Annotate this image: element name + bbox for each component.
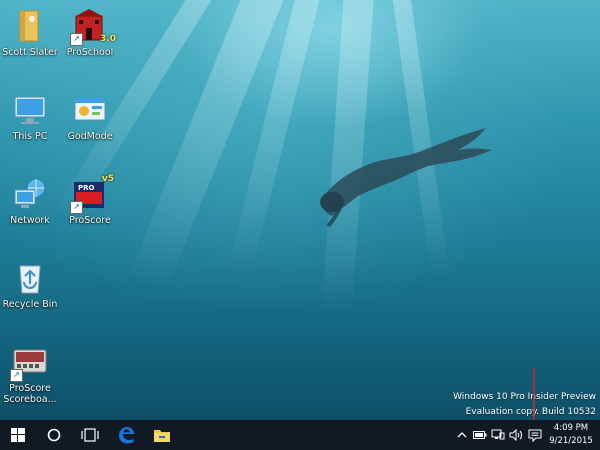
proscore-app-icon: PRO v5 ↗ <box>70 174 114 214</box>
action-center-button[interactable] <box>527 420 543 450</box>
windows-logo-icon <box>11 428 25 442</box>
clock-time: 4:09 PM <box>553 423 589 433</box>
show-hidden-icons-button[interactable] <box>455 420 469 450</box>
desktop-icon-proscore[interactable]: PRO v5 ↗ ProScore <box>55 174 125 226</box>
computer-icon <box>12 92 48 128</box>
desktop-icon-label: ProSchool <box>66 47 114 58</box>
volume-button[interactable] <box>508 420 524 450</box>
folder-icon <box>154 430 170 442</box>
network-icon <box>491 429 505 440</box>
desktop-icon-label: GodMode <box>67 131 113 142</box>
battery-icon <box>473 431 487 439</box>
watermark-line: Windows 10 Pro Insider Preview <box>453 392 596 402</box>
shortcut-arrow-icon: ↗ <box>70 201 83 214</box>
desktop-background: Scott Slater This PC Network Recycle Bin… <box>0 0 600 420</box>
battery-button[interactable] <box>472 420 488 450</box>
task-view-button[interactable] <box>72 420 108 450</box>
volume-icon <box>509 429 522 441</box>
version-badge: 3.0 <box>100 34 116 44</box>
edge-browser-button[interactable] <box>108 420 144 450</box>
network-button[interactable] <box>490 420 506 450</box>
desktop-icon-recycle-bin[interactable]: Recycle Bin <box>0 260 65 310</box>
desktop-icon-label: Recycle Bin <box>2 299 58 310</box>
search-button[interactable] <box>36 420 72 450</box>
desktop-icon-godmode[interactable]: GodMode <box>55 92 125 142</box>
shortcut-arrow-icon: ↗ <box>70 33 83 46</box>
file-explorer-button[interactable] <box>144 420 180 450</box>
shortcut-arrow-icon: ↗ <box>10 369 23 382</box>
start-button[interactable] <box>0 420 36 450</box>
desktop-icon-proschool[interactable]: 3.0 ↗ ProSchool <box>55 8 125 58</box>
chevron-up-icon <box>457 432 467 438</box>
version-badge: v5 <box>101 174 114 184</box>
action-center-icon <box>528 429 542 442</box>
taskbar: 4:09 PM 9/21/2015 <box>0 420 600 450</box>
control-panel-folder-icon <box>72 92 108 128</box>
clock-date: 9/21/2015 <box>549 436 593 446</box>
scoreboard-app-icon: ↗ <box>10 344 48 382</box>
network-icon <box>12 176 48 212</box>
task-view-icon <box>81 428 99 442</box>
label-line: ProScore <box>9 383 51 394</box>
desktop-icon-label: ProScore <box>69 215 111 226</box>
desktop-icon-label: ProScore Scoreboa... <box>0 383 65 405</box>
taskbar-clock[interactable]: 4:09 PM 9/21/2015 <box>545 422 597 448</box>
diver-silhouette <box>320 128 492 228</box>
edge-browser-icon <box>119 427 134 444</box>
cortana-circle-icon <box>47 428 61 442</box>
watermark-line: Evaluation copy. Build 10532 <box>465 407 596 417</box>
label-line: Scoreboa... <box>3 394 57 405</box>
recycle-bin-icon <box>12 260 48 296</box>
desktop-icon-proscore-scoreboard[interactable]: ↗ ProScore Scoreboa... <box>0 344 65 405</box>
svg-text:PRO: PRO <box>78 184 95 192</box>
proschool-app-icon: 3.0 ↗ <box>70 8 116 46</box>
build-watermark: Windows 10 Pro Insider Preview Evaluatio… <box>453 390 596 420</box>
user-folder-icon <box>12 8 48 44</box>
